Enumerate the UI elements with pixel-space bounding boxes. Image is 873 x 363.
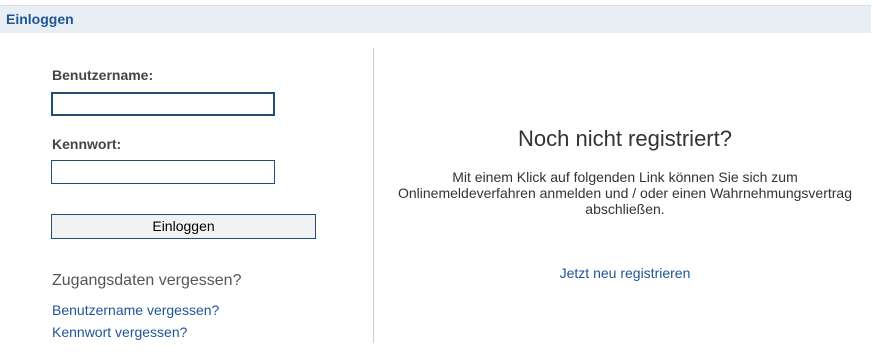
register-section: Noch nicht registriert? Mit einem Klick … — [380, 125, 870, 217]
column-divider — [373, 48, 374, 343]
forgot-username-link[interactable]: Benutzername vergessen? — [52, 302, 219, 318]
login-panel: Einloggen Benutzername: Kennwort: Einlog… — [0, 0, 873, 363]
register-heading: Noch nicht registriert? — [518, 126, 732, 151]
password-label: Kennwort: — [52, 136, 122, 152]
login-button[interactable]: Einloggen — [51, 214, 316, 239]
forgot-password-link[interactable]: Kennwort vergessen? — [52, 324, 187, 340]
password-input[interactable] — [51, 160, 275, 184]
register-description: Mit einem Klick auf folgenden Link könne… — [398, 169, 852, 217]
username-label: Benutzername: — [52, 67, 154, 83]
register-link[interactable]: Jetzt neu registrieren — [380, 265, 870, 281]
panel-title: Einloggen — [6, 11, 74, 27]
forgot-credentials-heading: Zugangsdaten vergessen? — [52, 272, 242, 289]
username-input[interactable] — [51, 92, 275, 116]
panel-header: Einloggen — [0, 5, 871, 34]
